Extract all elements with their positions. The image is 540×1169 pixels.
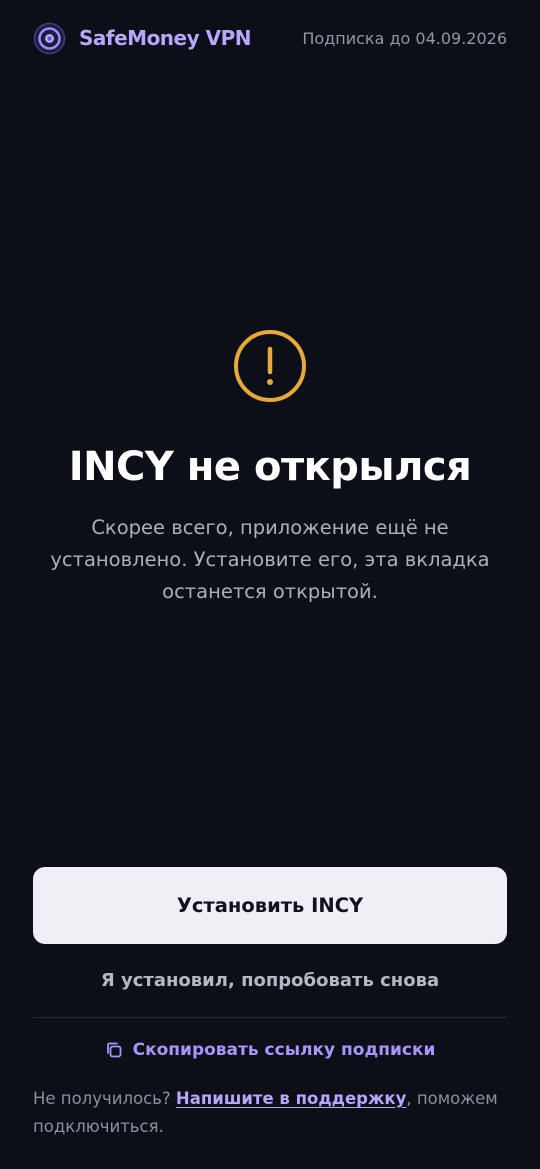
support-link[interactable]: Напишите в поддержку <box>176 1089 406 1108</box>
brand-name: SafeMoney VPN <box>79 26 252 50</box>
app-header: SafeMoney VPN Подписка до 04.09.2026 <box>0 0 540 78</box>
subscription-status: Подписка до 04.09.2026 <box>302 29 507 48</box>
support-prefix: Не получилось? <box>33 1089 171 1108</box>
vpn-logo-icon <box>33 22 66 55</box>
page-title: INCY не открылся <box>68 444 472 490</box>
copy-link-label: Скопировать ссылку подписки <box>132 1040 436 1060</box>
divider <box>33 1017 507 1018</box>
copy-subscription-link[interactable]: Скопировать ссылку подписки <box>0 1040 540 1060</box>
install-button[interactable]: Установить INCY <box>33 867 507 944</box>
warning-icon <box>233 329 307 403</box>
page-description: Скорее всего, приложение ещё не установл… <box>50 516 490 603</box>
support-note: Не получилось? Напишите в поддержку, пом… <box>33 1085 513 1141</box>
retry-button[interactable]: Я установил, попробовать снова <box>0 970 540 991</box>
copy-icon <box>105 1041 123 1059</box>
install-button-label: Установить INCY <box>176 894 364 917</box>
